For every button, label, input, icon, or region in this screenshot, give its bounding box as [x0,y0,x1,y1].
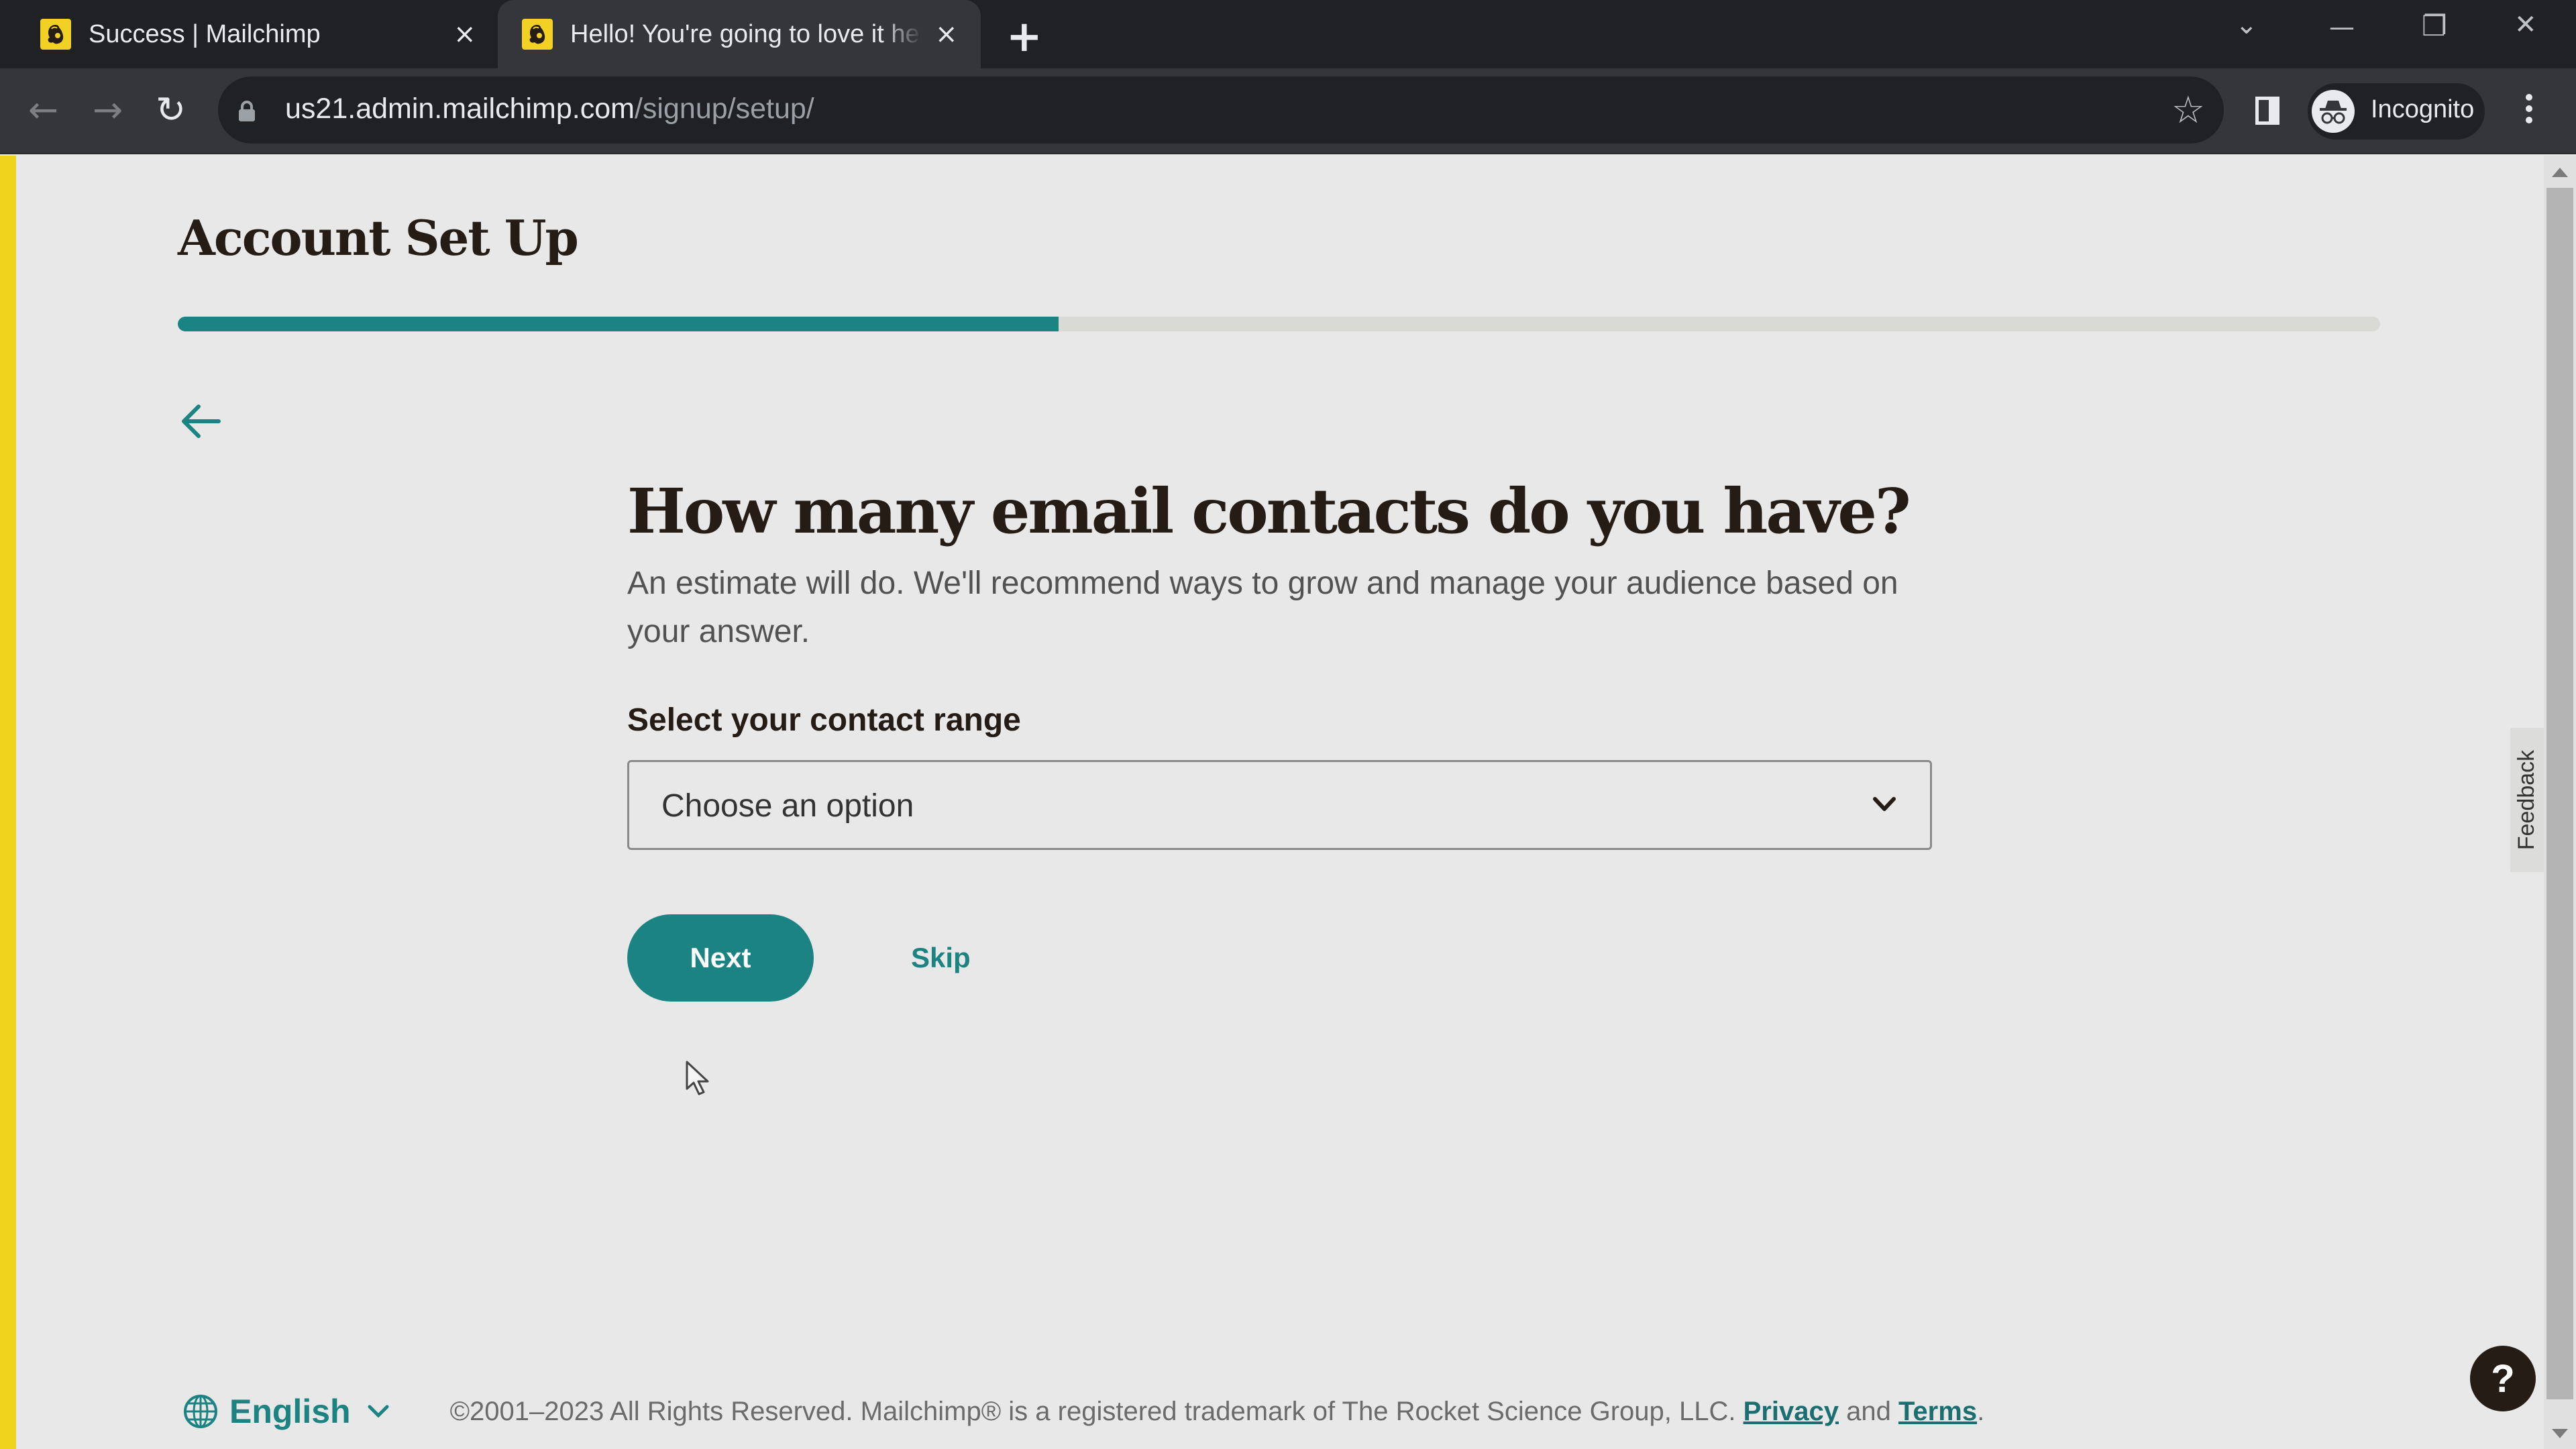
scroll-thumb[interactable] [2546,188,2573,1399]
minimize-icon[interactable]: — [2329,12,2355,42]
tab-title: Hello! You're going to love it here [570,19,922,48]
url-host: us21.admin.mailchimp.com [285,93,635,125]
browser-tab-bar: Success | Mailchimp × Hello! You're goin… [0,0,2576,68]
browser-tab-active[interactable]: Hello! You're going to love it here × [498,0,981,68]
copyright-text: ©2001–2023 All Rights Reserved. Mailchim… [450,1397,1985,1427]
browser-toolbar: ← → ↻ us21.admin.mailchimp.com/signup/se… [0,68,2576,154]
mouse-cursor-icon [686,1061,709,1095]
page-scrollbar[interactable] [2544,156,2576,1449]
contacts-form: How many email contacts do you have? An … [627,471,1932,1002]
close-tab-icon[interactable]: × [453,19,476,50]
terms-link[interactable]: Terms [1898,1397,1977,1426]
page-viewport: Account Set Up How many email contacts d… [0,156,2544,1449]
incognito-label: Incognito [2371,95,2475,123]
chevron-down-icon [1873,797,1896,811]
select-value: Choose an option [661,788,914,824]
bookmark-star-icon[interactable]: ☆ [2171,89,2205,132]
globe-icon [184,1395,217,1428]
browser-tab[interactable]: Success | Mailchimp × [0,0,496,68]
feedback-label: Feedback [2514,749,2540,851]
next-button[interactable]: Next [627,914,814,1002]
copyright-statement: ©2001–2023 All Rights Reserved. Mailchim… [449,1396,1736,1426]
close-window-icon[interactable]: ✕ [2514,9,2537,40]
help-button[interactable]: ? [2470,1346,2536,1411]
restore-icon[interactable]: ❐ [2422,9,2447,42]
forward-nav-icon[interactable]: → [93,89,123,131]
incognito-icon [2312,90,2355,133]
mailchimp-favicon-icon [522,19,553,50]
contact-range-label: Select your contact range [627,702,1021,738]
question-heading: How many email contacts do you have? [627,475,1911,547]
back-arrow-icon[interactable] [180,401,223,441]
new-tab-button[interactable]: + [1006,12,1042,62]
page-title: Account Set Up [178,209,579,266]
language-label: English [229,1393,351,1430]
tab-title: Success | Mailchimp [89,19,321,48]
and-text: and [1846,1396,1891,1426]
chevron-down-icon [368,1405,389,1418]
setup-progress-bar [178,317,2380,331]
privacy-link[interactable]: Privacy [1743,1397,1839,1426]
close-tab-icon[interactable]: × [935,19,958,50]
mailchimp-favicon-icon [40,19,71,50]
tab-search-icon[interactable]: ⌄ [2235,9,2258,40]
url-text[interactable]: us21.admin.mailchimp.com/signup/setup/ [285,93,814,125]
feedback-tab[interactable]: Feedback [2510,728,2544,872]
contact-range-select[interactable]: Choose an option [627,760,1932,850]
language-selector[interactable]: English [182,1392,390,1431]
side-panel-icon[interactable] [2255,97,2279,125]
lock-icon [239,101,255,121]
address-bar[interactable]: us21.admin.mailchimp.com/signup/setup/ ☆ [218,76,2224,144]
reload-icon[interactable]: ↻ [156,89,186,131]
back-nav-icon[interactable]: ← [28,89,58,131]
progress-fill [178,317,1059,331]
scroll-up-arrow-icon[interactable] [2552,168,2568,177]
scroll-down-arrow-icon[interactable] [2552,1429,2568,1438]
form-actions: Next Skip [627,914,1932,1002]
skip-button[interactable]: Skip [911,942,971,974]
footer: English ©2001–2023 All Rights Reserved. … [182,1391,1984,1432]
brand-stripe [0,156,16,1449]
browser-menu-icon[interactable] [2526,94,2532,128]
url-path: /signup/setup/ [634,93,814,125]
end-punct: . [1977,1396,1985,1426]
question-description: An estimate will do. We'll recommend way… [627,566,1898,649]
incognito-profile-button[interactable]: Incognito [2308,83,2485,140]
